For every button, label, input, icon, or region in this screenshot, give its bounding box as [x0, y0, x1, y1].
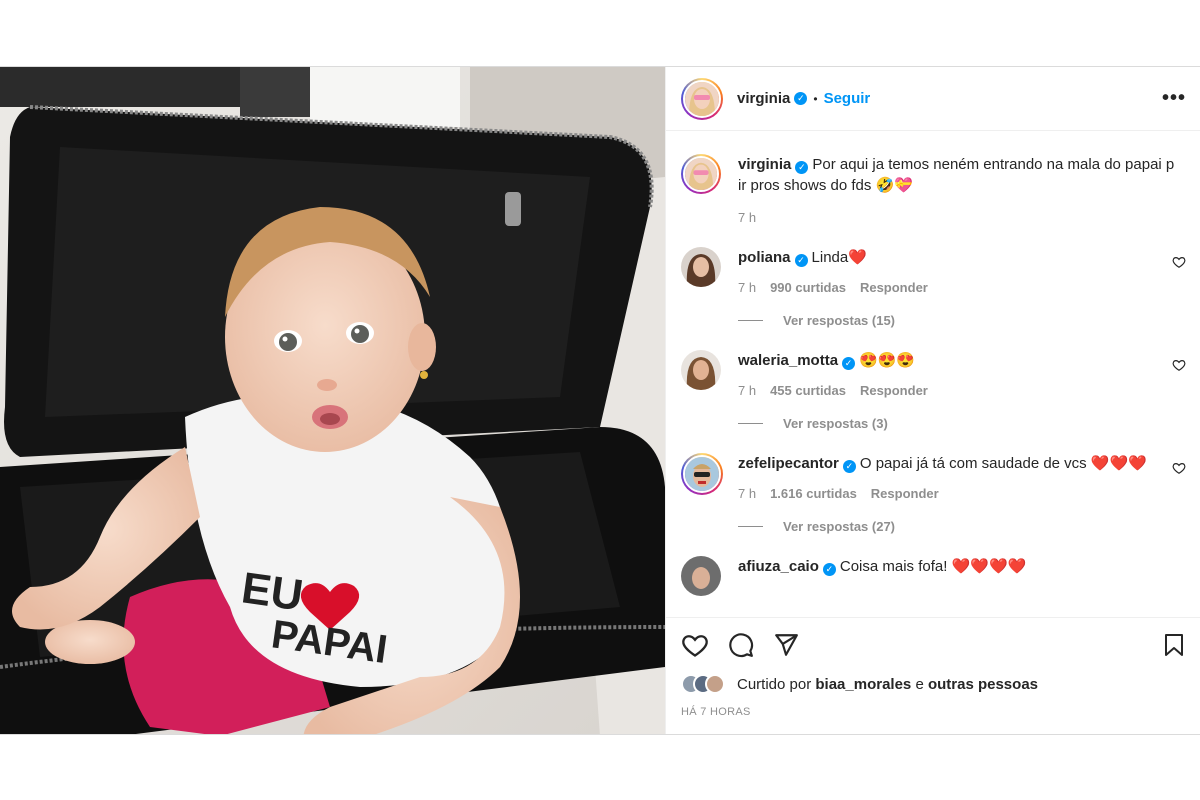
comment-row: zefelipecantor ✓ O papai já tá com saudade… — [681, 453, 1186, 534]
comment-username[interactable]: zefelipecantor — [738, 455, 839, 472]
liked-by-avatars[interactable] — [681, 674, 725, 694]
reply-button[interactable]: Responder — [871, 486, 939, 501]
commenter-avatar[interactable] — [681, 350, 721, 390]
comment-text: zefelipecantor ✓ O papai já tá com saudade… — [738, 455, 1147, 473]
comment-row: poliana ✓ Linda❤️ 7 h 990 curtidas Respond… — [681, 247, 1186, 328]
comment-meta: 7 h 455 curtidas Responder — [738, 383, 1160, 398]
comment-like-icon[interactable] — [1172, 461, 1186, 475]
comment-text: afiuza_caio ✓ Coisa mais fofa! ❤️❤️❤️❤️ — [738, 558, 1027, 576]
comment-row: waleria_motta ✓ 😍😍😍 7 h 455 curtidas Respo… — [681, 350, 1186, 431]
comment-username[interactable]: afiuza_caio — [738, 558, 819, 575]
comment-meta: 7 h 990 curtidas Responder — [738, 280, 1160, 295]
avatar-image — [681, 247, 721, 287]
caption-meta: 7 h — [738, 210, 1186, 225]
verified-icon: ✓ — [794, 92, 808, 105]
bookmark-icon[interactable] — [1162, 632, 1186, 658]
liked-by-user[interactable]: biaa_morales — [815, 676, 911, 693]
svg-text:EU: EU — [239, 563, 306, 620]
reply-button[interactable]: Responder — [860, 280, 928, 295]
verified-icon: ✓ — [795, 161, 809, 174]
commenter-avatar[interactable] — [681, 556, 721, 596]
reply-button[interactable]: Responder — [860, 383, 928, 398]
verified-icon: ✓ — [842, 357, 856, 370]
avatar-image — [685, 81, 719, 116]
comment-text: poliana ✓ Linda❤️ — [738, 249, 867, 267]
caption-time: 7 h — [738, 210, 757, 225]
commenter-avatar[interactable] — [681, 247, 721, 287]
comment-like-icon[interactable] — [1172, 358, 1186, 372]
comment-icon[interactable] — [728, 632, 754, 658]
comment-username[interactable]: waleria_motta — [738, 352, 838, 369]
liked-by: Curtido por biaa_morales e outras pessoa… — [681, 674, 1186, 694]
action-icons-row — [681, 630, 1186, 660]
more-options-icon[interactable]: ••• — [1162, 87, 1186, 110]
comment-username[interactable]: poliana — [738, 249, 791, 266]
liked-by-prefix: Curtido por — [737, 675, 812, 693]
liked-by-others[interactable]: outras pessoas — [928, 676, 1038, 693]
avatar-image — [681, 556, 721, 596]
heart-icon[interactable] — [681, 631, 709, 659]
verified-icon: ✓ — [842, 460, 856, 473]
comment-meta: 7 h 1.616 curtidas Responder — [738, 486, 1160, 501]
post-side-panel: virginia ✓ • Seguir ••• virginia ✓ Por a… — [665, 67, 1200, 734]
avatar-image — [685, 457, 719, 491]
follow-button[interactable]: Seguir — [824, 90, 871, 107]
post-photo[interactable]: EU PAPAI — [0, 67, 665, 734]
comment-row: afiuza_caio ✓ Coisa mais fofa! ❤️❤️❤️❤️ — [681, 556, 1186, 596]
comment-likes[interactable]: 990 curtidas — [770, 280, 846, 295]
liker-avatar — [705, 674, 725, 694]
comment-time: 7 h — [738, 280, 757, 295]
replies-divider — [738, 320, 763, 321]
verified-icon: ✓ — [794, 254, 808, 267]
caption-username[interactable]: virginia — [738, 156, 791, 173]
view-replies-button[interactable]: Ver respostas (27) — [738, 519, 1160, 534]
replies-divider — [738, 526, 763, 527]
liked-by-conj: e — [915, 675, 924, 693]
comment-like-icon[interactable] — [1172, 255, 1186, 269]
caption-row: virginia ✓ Por aqui ja temos neném entrand… — [681, 154, 1186, 225]
author-avatar[interactable] — [681, 77, 723, 120]
comments-list[interactable]: virginia ✓ Por aqui ja temos neném entrand… — [666, 132, 1200, 617]
post-actions: Curtido por biaa_morales e outras pessoa… — [666, 617, 1200, 718]
view-replies-button[interactable]: Ver respostas (3) — [738, 416, 1160, 431]
post-header: virginia ✓ • Seguir ••• — [666, 67, 1200, 131]
instagram-post: EU PAPAI virginia ✓ • Seguir ••• virgini… — [0, 66, 1200, 735]
comment-likes[interactable]: 455 curtidas — [770, 383, 846, 398]
commenter-avatar[interactable] — [681, 453, 723, 495]
comment-text: waleria_motta ✓ 😍😍😍 — [738, 352, 916, 370]
replies-divider — [738, 423, 763, 424]
comment-time: 7 h — [738, 383, 757, 398]
separator-dot: • — [813, 91, 818, 106]
view-replies-button[interactable]: Ver respostas (15) — [738, 313, 1160, 328]
paper-plane-icon[interactable] — [773, 632, 799, 658]
verified-icon: ✓ — [822, 563, 836, 576]
author-username[interactable]: virginia — [737, 90, 790, 107]
comment-time: 7 h — [738, 486, 757, 501]
caption-avatar[interactable] — [681, 154, 721, 194]
post-time-ago[interactable]: HÁ 7 HORAS — [681, 706, 1186, 718]
baby-in-suitcase-image: EU PAPAI — [0, 67, 665, 734]
avatar-image — [685, 158, 717, 190]
caption-text: virginia ✓ Por aqui ja temos neném entrand… — [738, 154, 1186, 196]
avatar-image — [681, 350, 721, 390]
comment-likes[interactable]: 1.616 curtidas — [770, 486, 857, 501]
